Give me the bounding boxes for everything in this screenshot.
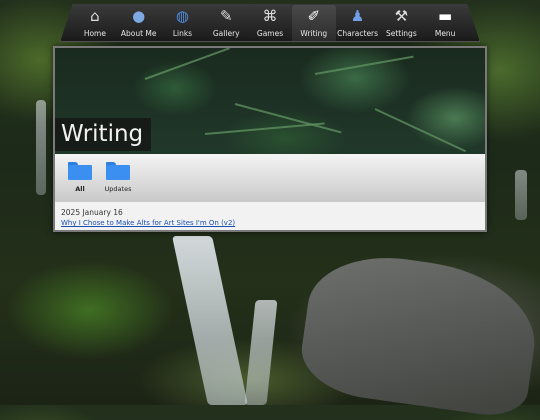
nav-characters[interactable]: ♟ Characters	[336, 5, 380, 41]
nav-label: Gallery	[212, 29, 240, 38]
nav-label: Characters	[337, 29, 379, 38]
post-link[interactable]: Why I Chose to Make Alts for Art Sites I…	[61, 219, 235, 227]
globe-icon: ◍	[175, 7, 189, 25]
waterfall-left	[36, 100, 46, 195]
fern-frond	[314, 55, 414, 75]
nav-label: Links	[172, 29, 193, 38]
folder-label: All	[75, 185, 85, 193]
nav-label: Settings	[385, 29, 417, 38]
category-folders: All Updates	[55, 154, 485, 202]
writing-window: Writing All Updates 2025 January 16 Why …	[53, 46, 487, 232]
waterfall-right	[515, 170, 527, 220]
fern-frond	[144, 48, 230, 80]
nav-games[interactable]: ⌘ Games	[248, 5, 292, 41]
waterfall-background	[172, 236, 248, 405]
nav-settings[interactable]: ⚒ Settings	[379, 5, 423, 41]
nav-gallery[interactable]: ✎ Gallery	[204, 5, 248, 41]
gamepad-icon: ⌘	[262, 7, 278, 25]
post-list: 2025 January 16 Why I Chose to Make Alts…	[61, 208, 235, 227]
folder-icon	[68, 162, 92, 180]
folder-icon	[106, 162, 130, 180]
wrench-icon: ⚒	[394, 7, 409, 25]
character-figure-icon: ♟	[350, 7, 365, 25]
top-navigation-bar: ⌂ Home ● About Me ◍ Links ✎ Gallery ⌘ Ga…	[60, 4, 480, 42]
nav-label: Games	[256, 29, 284, 38]
nav-label: Writing	[300, 29, 328, 38]
folder-icon: ▬	[438, 7, 453, 25]
fern-banner-image: Writing	[55, 48, 485, 154]
nav-label: Home	[83, 29, 106, 38]
user-avatar-icon: ●	[132, 7, 146, 25]
nav-about-me[interactable]: ● About Me	[117, 5, 161, 41]
folder-label: Updates	[104, 185, 132, 193]
post-date: 2025 January 16	[61, 208, 123, 217]
nav-label: About Me	[120, 29, 157, 38]
nav-label: Menu	[434, 29, 456, 38]
page-title: Writing	[55, 118, 152, 151]
nav-home[interactable]: ⌂ Home	[73, 5, 117, 41]
boulder	[296, 246, 540, 420]
waterfall-stream	[244, 300, 278, 405]
folder-updates[interactable]: Updates	[99, 154, 137, 193]
pen-tablet-icon: ✎	[219, 7, 233, 25]
folder-all[interactable]: All	[61, 154, 99, 193]
fern-frond	[204, 122, 325, 135]
notepad-icon: ✐	[307, 7, 321, 25]
nav-links[interactable]: ◍ Links	[161, 5, 205, 41]
home-icon: ⌂	[90, 7, 100, 25]
nav-menu[interactable]: ▬ Menu	[423, 5, 467, 41]
fern-frond	[374, 108, 467, 153]
nav-writing[interactable]: ✐ Writing	[291, 5, 336, 41]
